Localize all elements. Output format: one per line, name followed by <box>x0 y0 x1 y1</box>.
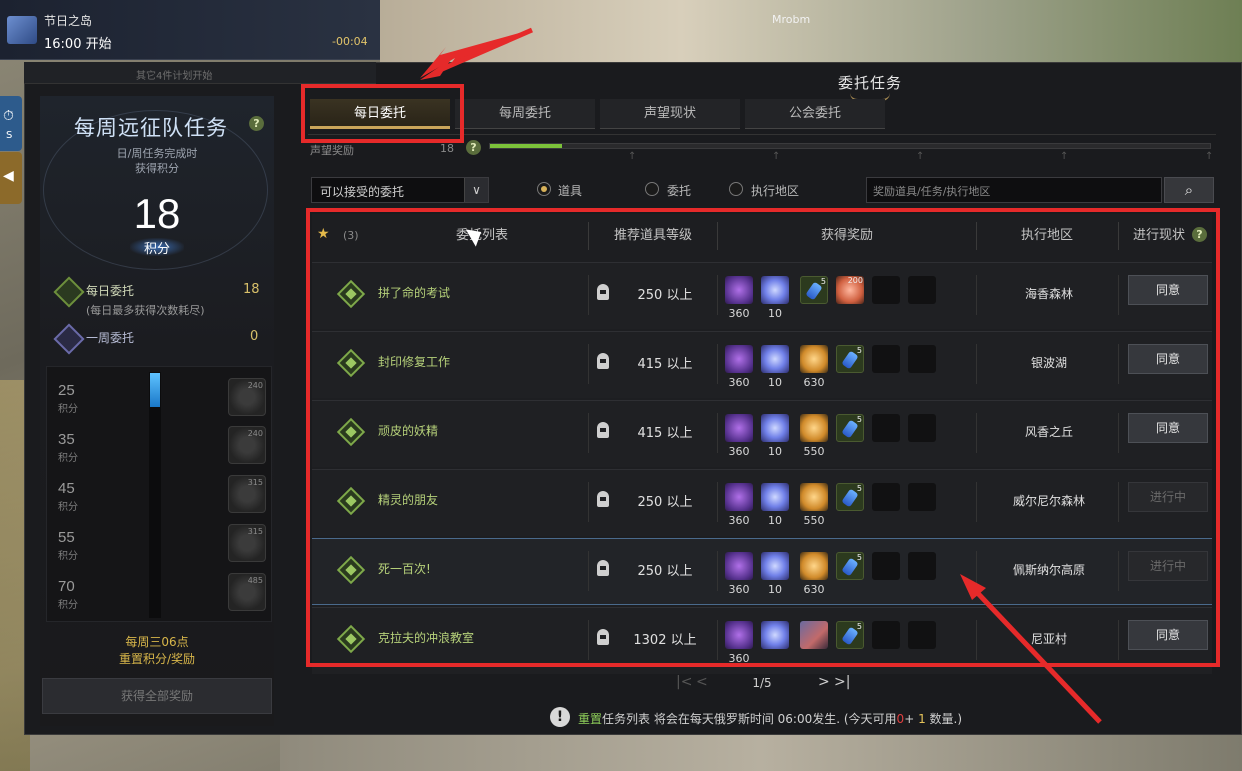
milestone-unit: 积分 <box>58 502 78 513</box>
notice-suffix: 数量.) <box>929 712 963 726</box>
milestone-reward-qty: 240 <box>247 429 263 438</box>
quest-filter-dropdown[interactable]: 可以接受的委托 <box>311 177 489 203</box>
claim-all-button[interactable]: 获得全部奖励 <box>42 678 272 714</box>
weekly-score-unit: 积分 <box>130 238 184 257</box>
milestone-progress-fill <box>150 373 160 407</box>
weekly-quest-value: 0 <box>250 329 259 344</box>
window-title: 委托任务 <box>837 74 902 92</box>
milestone-points: 35 <box>58 431 75 448</box>
reputation-label: 声望奖励 <box>310 144 354 157</box>
milestone-points: 25 <box>58 382 75 399</box>
notice-text: 任务列表 将会在每天俄罗斯时间 06:00发生. (今天可用 <box>602 712 897 726</box>
milestone-reward[interactable]: 240 <box>228 378 266 416</box>
milestone-reward-qty: 315 <box>247 527 263 536</box>
weekly-quest-label: 一周委托 <box>86 331 135 345</box>
tab-reputation[interactable]: 声望现状 <box>600 99 740 129</box>
search-icon[interactable]: ⌕ <box>1164 177 1214 203</box>
milestone-reward[interactable]: 240 <box>228 426 266 464</box>
event-title: 节日之岛 <box>44 14 93 28</box>
info-icon: ! <box>550 707 570 727</box>
milestone-points: 45 <box>58 480 75 497</box>
panel-title: 每周远征队任务 <box>74 116 228 140</box>
daily-quest-note: (每日最多获得次数耗尽) <box>86 304 205 317</box>
daily-quest-value: 18 <box>243 282 260 297</box>
highlight-box-table <box>306 208 1220 667</box>
milestone-reward[interactable]: 315 <box>228 524 266 562</box>
calendar-icon <box>7 16 37 44</box>
overlay-text: Mrobm <box>772 13 811 26</box>
side-tab-timer[interactable]: ⏱ S <box>0 96 22 151</box>
milestone-reward-qty: 240 <box>247 381 263 390</box>
pager-last-button[interactable]: >| <box>834 674 850 690</box>
up-arrow-icon: ↑ <box>628 151 637 162</box>
background-scenery-bottom <box>280 735 1242 771</box>
weekly-score: 18 <box>133 190 181 237</box>
milestone-points: 70 <box>58 578 75 595</box>
milestone-unit: 积分 <box>58 600 78 611</box>
up-arrow-icon: ↑ <box>772 151 781 162</box>
panel-subtitle-line2: 获得积分 <box>135 162 179 175</box>
horn-icon: ◀ <box>3 168 14 184</box>
search-input[interactable]: 奖励道具/任务/执行地区 <box>866 177 1162 203</box>
pager-prev-button[interactable]: < <box>696 674 708 690</box>
pager-first-button[interactable]: |< <box>676 674 692 690</box>
reputation-progress-track <box>489 143 1211 149</box>
stopwatch-icon: ⏱ <box>3 108 14 124</box>
milestone-reward-qty: 485 <box>247 576 263 585</box>
help-icon[interactable]: ? <box>249 116 264 131</box>
event-time: 16:00 开始 <box>44 37 112 52</box>
milestone-reward[interactable]: 485 <box>228 573 266 611</box>
up-arrow-icon: ↑ <box>1205 151 1214 162</box>
tab-guild[interactable]: 公会委托 <box>745 99 885 129</box>
tab-weekly[interactable]: 每周委托 <box>455 99 595 129</box>
milestone-reward[interactable]: 315 <box>228 475 266 513</box>
event-notification[interactable]: 节日之岛 16:00 开始 -00:04 <box>0 0 380 60</box>
notice-highlight: 重置 <box>578 712 603 726</box>
event-countdown: -00:04 <box>332 35 368 48</box>
notice-plus: + <box>904 712 915 726</box>
highlight-box-tab <box>301 84 464 143</box>
plan-notice-bar[interactable]: 其它4件计划开始 <box>24 62 376 84</box>
panel-subtitle-line1: 日/周任务完成时 <box>116 147 198 160</box>
page-indicator: 1/5 <box>752 676 772 690</box>
milestone-reward-qty: 315 <box>247 478 263 487</box>
reputation-value: 18 <box>440 142 454 155</box>
milestone-unit: 积分 <box>58 453 78 464</box>
background-scenery-top <box>380 0 1242 62</box>
up-arrow-icon: ↑ <box>1060 151 1069 162</box>
daily-quest-label: 每日委托 <box>86 284 135 298</box>
radio-quest[interactable] <box>645 182 659 196</box>
reset-info-line1: 每周三06点 <box>125 635 189 649</box>
help-icon[interactable]: ? <box>466 140 481 155</box>
pager-next-button[interactable]: > <box>818 674 830 690</box>
reputation-progress-fill <box>490 144 562 148</box>
milestone-points: 55 <box>58 529 75 546</box>
radio-item-label: 道具 <box>558 184 583 198</box>
milestone-progress-track <box>149 372 161 618</box>
side-tab-label: S <box>6 130 13 141</box>
radio-region-label: 执行地区 <box>751 184 800 198</box>
radio-quest-label: 委托 <box>667 184 692 198</box>
radio-item[interactable] <box>537 182 551 196</box>
notice-count: 1 <box>918 712 926 726</box>
side-tab-horn[interactable]: ◀ <box>0 152 22 204</box>
milestone-unit: 积分 <box>58 404 78 415</box>
radio-region[interactable] <box>729 182 743 196</box>
reset-notice: 重置任务列表 将会在每天俄罗斯时间 06:00发生. (今天可用0+ 1 数量.… <box>578 710 962 727</box>
up-arrow-icon: ↑ <box>916 151 925 162</box>
reset-info-line2: 重置积分/奖励 <box>118 652 196 666</box>
milestone-unit: 积分 <box>58 551 78 562</box>
chevron-down-icon[interactable]: ∨ <box>464 178 488 202</box>
